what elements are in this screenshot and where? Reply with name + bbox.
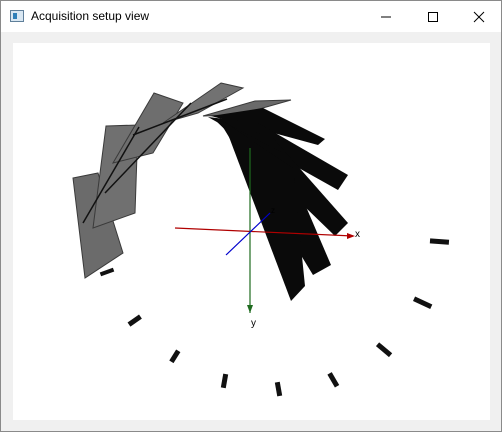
- detector-tile: [169, 349, 181, 364]
- detector-tile: [274, 381, 283, 397]
- detector-panels: [208, 108, 348, 301]
- title-bar[interactable]: Acquisition setup view: [1, 1, 501, 32]
- detector-tiles: [99, 238, 450, 397]
- app-window-icon: [10, 10, 24, 22]
- z-axis-label: z: [271, 206, 275, 215]
- detector-tile: [412, 296, 433, 310]
- close-button[interactable]: [456, 1, 502, 32]
- application-window: Acquisition setup view x y z: [0, 0, 502, 432]
- scene-canvas: [72, 82, 450, 397]
- minimize-icon: [381, 16, 391, 18]
- close-icon: [473, 11, 485, 23]
- x-axis-arrow: [347, 233, 355, 239]
- x-axis-label: x: [355, 229, 360, 240]
- detector-tile: [220, 373, 229, 389]
- maximize-button[interactable]: [410, 1, 456, 32]
- detector-tile: [327, 372, 340, 388]
- window-title: Acquisition setup view: [31, 9, 150, 23]
- z-axis: [225, 212, 271, 256]
- detector-tile: [127, 314, 142, 327]
- 3d-scene-viewport[interactable]: x y z: [13, 43, 490, 420]
- detector-tile: [375, 342, 393, 358]
- minimize-button[interactable]: [363, 1, 409, 32]
- maximize-icon: [428, 12, 438, 22]
- detector-tile: [429, 238, 450, 245]
- y-axis-arrow: [247, 305, 253, 313]
- detector-tile: [99, 267, 115, 277]
- y-axis-label: y: [251, 318, 256, 329]
